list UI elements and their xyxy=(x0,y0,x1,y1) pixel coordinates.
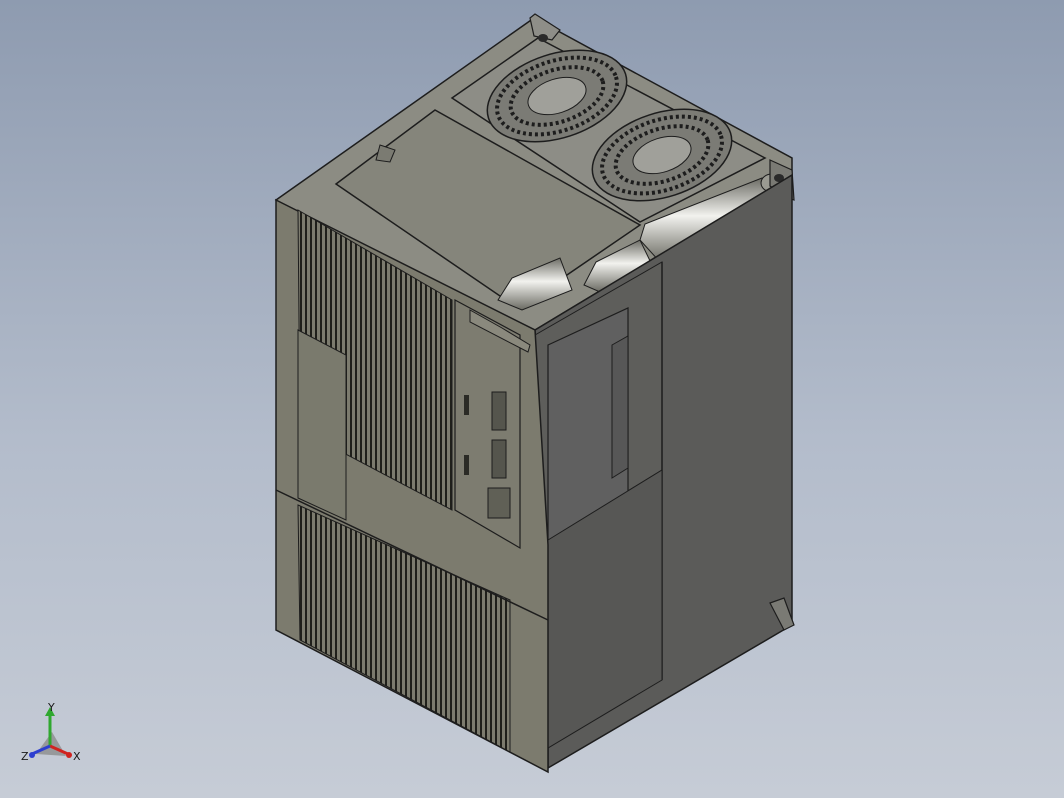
status-slot-1 xyxy=(464,395,469,415)
y-axis-label: Y xyxy=(47,702,55,714)
axis-triad: Y X Z xyxy=(21,702,81,763)
x-axis-label: X xyxy=(73,750,81,763)
status-slot-2 xyxy=(464,455,469,475)
terminal-block[interactable] xyxy=(487,487,511,519)
terminal-connector-2[interactable] xyxy=(491,439,507,479)
x-axis-tip xyxy=(66,752,72,758)
z-axis-tip xyxy=(29,752,35,758)
mounting-hole-top xyxy=(538,34,548,42)
terminal-connector-1[interactable] xyxy=(491,391,507,431)
inverter-model[interactable] xyxy=(274,13,795,774)
front-blank-area xyxy=(297,329,347,521)
z-axis-label: Z xyxy=(21,750,29,763)
3d-viewport[interactable] xyxy=(0,0,1064,798)
side-access-notch xyxy=(611,335,629,479)
